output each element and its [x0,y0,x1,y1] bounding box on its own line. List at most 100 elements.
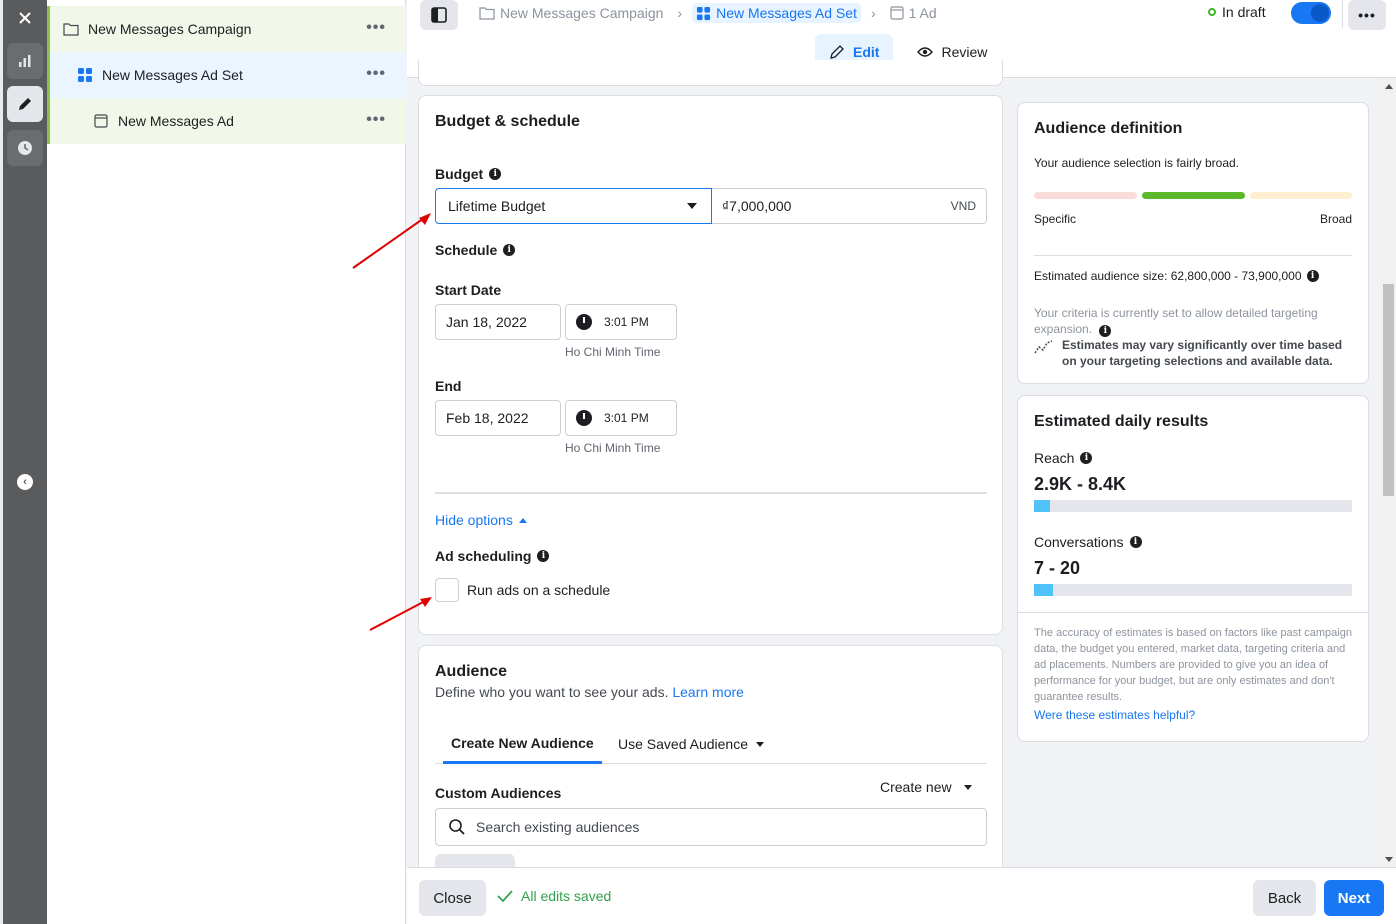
more-icon[interactable]: ••• [366,65,386,83]
pencil-icon[interactable] [7,86,43,122]
save-status-text: All edits saved [521,888,612,904]
close-icon[interactable] [7,0,43,36]
caret-down-icon [963,784,972,790]
tab-edit-label: Edit [853,44,880,60]
meter-broad [1250,192,1352,199]
meter-fit [1142,192,1245,199]
budget-type-select[interactable]: Lifetime Budget [435,188,712,224]
grid-icon [76,66,94,84]
audience-size: Estimated audience size: 62,800,000 - 73… [1034,269,1319,283]
info-icon[interactable]: i [1129,536,1142,548]
scrollbar[interactable] [1381,78,1396,868]
end-date-label: End [435,378,462,394]
main-area: New Messages Campaign › New Messages Ad … [407,0,1396,924]
back-button[interactable]: Back [1253,880,1316,916]
start-time-input[interactable]: 3:01 PM [565,304,677,340]
annotation-arrow [352,213,431,269]
close-button[interactable]: Close [419,880,486,916]
hide-options-link[interactable]: Hide options [435,512,527,528]
clock-icon[interactable] [7,130,43,166]
caret-down-icon [687,203,697,209]
conversations-value: 7 - 20 [1034,558,1081,578]
tree-adset-label: New Messages Ad Set [102,67,243,83]
end-time-input[interactable]: 3:01 PM [565,400,677,436]
panel-toggle-icon[interactable] [420,0,458,30]
scrollbar-thumb[interactable] [1383,284,1394,496]
timezone-label: Ho Chi Minh Time [565,441,661,455]
tab-use-saved-audience[interactable]: Use Saved Audience [618,724,764,764]
broad-label: Broad [1319,212,1352,226]
pencil-icon [830,45,844,59]
meter-specific [1034,192,1137,199]
reach-label: Reach i [1034,450,1093,466]
clock-icon [576,314,592,330]
info-icon[interactable]: i [1080,452,1093,464]
audience-section: Audience Define who you want to see your… [418,645,1003,905]
more-icon[interactable]: ••• [366,19,386,37]
chevron-right-icon: › [677,5,683,21]
info-icon[interactable]: i [1306,270,1319,282]
search-placeholder: Search existing audiences [476,819,640,835]
rail-edge [0,0,3,924]
estimates-disclaimer: The accuracy of estimates is based on fa… [1034,627,1352,703]
run-on-schedule-label: Run ads on a schedule [467,582,611,598]
schedule-label-text: Schedule [435,242,498,258]
tree-ad-label: New Messages Ad [118,113,234,129]
ad-icon [890,6,904,20]
tab-create-new-audience[interactable]: Create New Audience [443,724,602,764]
scroll-down-icon[interactable] [1385,857,1393,862]
status-badge: In draft [1208,4,1266,20]
previous-section-panel [418,60,1003,86]
divider [1018,612,1368,613]
budget-type-value: Lifetime Budget [448,198,546,214]
audience-size-text: Estimated audience size: 62,800,000 - 73… [1034,269,1302,283]
tree-item-campaign[interactable]: New Messages Campaign ••• [47,6,406,52]
active-toggle[interactable] [1291,2,1331,24]
learn-more-link[interactable]: Learn more [672,684,744,700]
info-icon[interactable]: i [537,550,550,562]
breadcrumb: New Messages Campaign › New Messages Ad … [475,0,941,26]
breadcrumb-campaign[interactable]: New Messages Campaign [475,3,667,23]
start-date-input[interactable]: Jan 18, 2022 [435,304,561,340]
folder-icon [62,20,80,38]
run-on-schedule-checkbox[interactable] [435,578,459,602]
divider [1342,0,1343,28]
audience-definition-card: Audience definition Your audience select… [1017,102,1369,384]
divider [1034,255,1352,256]
create-new-dropdown[interactable]: Create new [880,779,972,795]
info-icon[interactable]: i [503,244,516,256]
clock-icon [576,410,592,426]
tree-campaign-label: New Messages Campaign [88,21,252,37]
breadcrumb-ad[interactable]: 1 Ad [886,3,941,23]
more-icon[interactable]: ••• [366,111,386,129]
caret-up-icon [518,517,527,523]
estimates-helpful-link[interactable]: Were these estimates helpful? [1034,708,1195,722]
status-label: In draft [1222,4,1266,20]
start-time-value: 3:01 PM [604,315,649,329]
eye-icon [917,47,934,57]
footer-bar: Close All edits saved Back Next [407,867,1396,924]
left-rail: ‹ [0,0,47,924]
chart-icon[interactable] [7,43,43,79]
breadcrumb-adset[interactable]: New Messages Ad Set [692,3,861,23]
budget-amount-input[interactable]: ₫7,000,000 VND [712,188,987,224]
reach-label-text: Reach [1034,450,1075,466]
create-new-label: Create new [880,779,952,795]
more-options-button[interactable]: ••• [1348,0,1386,30]
budget-label: Budget i [435,166,502,182]
folder-icon [479,7,495,20]
chevron-left-icon[interactable]: ‹ [17,474,33,490]
info-icon[interactable]: i [1099,325,1112,337]
search-audiences-input[interactable]: Search existing audiences [435,808,987,846]
tree-item-adset[interactable]: New Messages Ad Set ••• [47,52,406,98]
end-date-input[interactable]: Feb 18, 2022 [435,400,561,436]
next-button[interactable]: Next [1324,880,1384,916]
specific-label: Specific [1034,212,1077,226]
reach-bar [1034,500,1352,512]
scroll-up-icon[interactable] [1385,84,1393,89]
audience-desc-text: Define who you want to see your ads. [435,684,669,700]
search-icon [449,819,465,835]
tree-item-ad[interactable]: New Messages Ad ••• [47,98,406,144]
estimated-results-card: Estimated daily results Reach i 2.9K - 8… [1017,395,1369,742]
info-icon[interactable]: i [489,168,502,180]
